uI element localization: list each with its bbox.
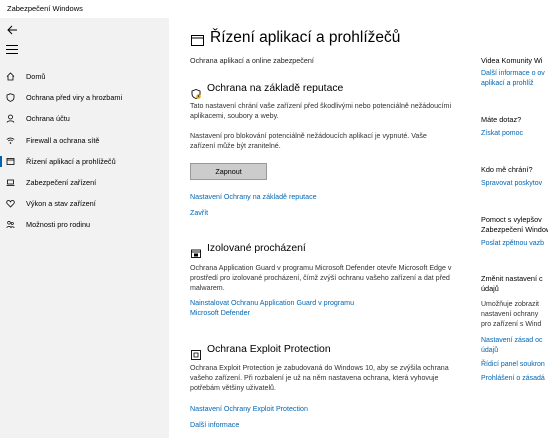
home-icon: [6, 72, 15, 81]
privacy-text-line2: nastavení ochrany: [481, 311, 539, 318]
sidebar-item-label: Zabezpečení zařízení: [26, 177, 97, 187]
reputation-section-title: Ochrana na základě reputace: [207, 83, 344, 94]
turn-on-button[interactable]: Zapnout: [190, 163, 267, 180]
wifi-icon: [6, 136, 15, 145]
page-subtitle: Ochrana aplikací a online zabezpečení: [190, 56, 314, 65]
laptop-icon: [6, 178, 15, 187]
window-titlebar: Zabezpečení Windows: [0, 0, 548, 18]
exploit-protection-description: Ochrana Exploit Protection je zabudovaná…: [190, 364, 449, 393]
privacy-text-line1: Umožňuje zobrazit: [481, 301, 539, 308]
isolated-browsing-icon: [191, 246, 201, 258]
privacy-title-line2: údajů: [481, 284, 499, 293]
sidebar-nav: Domů Ochrana před viry a hrozbami Ochran…: [0, 66, 169, 236]
privacy-text-line3: pro zařízení s Wind: [481, 321, 542, 328]
privacy-title: Změnit nastavení c: [481, 274, 543, 283]
back-arrow-icon[interactable]: [6, 24, 18, 36]
hamburger-menu-icon[interactable]: [6, 45, 18, 55]
install-app-guard-link-line2[interactable]: Microsoft Defender: [190, 308, 250, 318]
sidebar-item-family-options[interactable]: Možnosti pro rodinu: [0, 214, 169, 235]
sidebar-item-label: Výkon a stav zařízení: [26, 199, 96, 209]
app-browser-icon: [191, 34, 204, 47]
privacy-settings-link-line2[interactable]: údajů: [481, 346, 498, 356]
improve-title-line2: Zabezpečení Window: [481, 225, 548, 234]
sidebar: Domů Ochrana před viry a hrozbami Ochran…: [0, 18, 169, 438]
get-help-link[interactable]: Získat pomoc: [481, 129, 523, 139]
community-videos-link-line2[interactable]: aplikací a prohlíž: [481, 79, 534, 89]
sidebar-item-label: Ochrana před viry a hrozbami: [26, 93, 123, 103]
sidebar-item-virus-protection[interactable]: Ochrana před viry a hrozbami: [0, 87, 169, 108]
heart-icon: [6, 199, 15, 208]
reputation-settings-link[interactable]: Nastavení Ochrany na základě reputace: [190, 192, 317, 202]
sidebar-item-label: Domů: [26, 72, 46, 81]
sidebar-item-home[interactable]: Domů: [0, 66, 169, 87]
community-videos-title: Videa Komunity Wi: [481, 56, 543, 65]
right-panel: Videa Komunity Wi Další informace o ov a…: [481, 18, 548, 438]
sidebar-item-device-performance[interactable]: Výkon a stav zařízení: [0, 193, 169, 214]
dismiss-link[interactable]: Zavřít: [190, 208, 208, 218]
improve-title: Pomoct s vylepšov: [481, 215, 542, 224]
privacy-dashboard-link[interactable]: Řídicí panel soukron: [481, 360, 545, 370]
manage-providers-link[interactable]: Spravovat poskytov: [481, 179, 542, 189]
main-content: Řízení aplikací a prohlížečů Ochrana apl…: [169, 18, 548, 438]
exploit-protection-settings-link[interactable]: Nastavení Ochrany Exploit Protection: [190, 404, 308, 414]
sidebar-item-label: Možnosti pro rodinu: [26, 220, 91, 230]
privacy-statement-link[interactable]: Prohlášení o zásadá: [481, 374, 545, 384]
sidebar-item-label: Ochrana účtu: [26, 114, 70, 124]
sidebar-item-firewall[interactable]: Firewall a ochrana sítě: [0, 130, 169, 151]
isolated-browsing-description: Ochrana Application Guard v programu Mic…: [190, 264, 452, 293]
send-feedback-link[interactable]: Poslat zpětnou vazb: [481, 239, 544, 249]
reputation-description: Tato nastavení chrání vaše zařízení před…: [190, 102, 452, 121]
window-title: Zabezpečení Windows: [7, 4, 83, 13]
install-app-guard-link[interactable]: Nainstalovat Ochranu Application Guard v…: [190, 298, 354, 308]
sidebar-item-label: Řízení aplikací a prohlížečů: [26, 156, 116, 166]
page-title: Řízení aplikací a prohlížečů: [210, 29, 401, 46]
sidebar-item-label: Firewall a ochrana sítě: [26, 135, 100, 145]
person-icon: [6, 114, 15, 124]
shield-icon: [6, 93, 15, 103]
sidebar-item-app-browser-control[interactable]: Řízení aplikací a prohlížečů: [0, 151, 169, 172]
exploit-protection-title: Ochrana Exploit Protection: [207, 344, 331, 355]
question-title: Máte dotaz?: [481, 115, 522, 124]
warning-shield-icon: [191, 86, 201, 99]
community-videos-link[interactable]: Další informace o ov: [481, 69, 545, 79]
privacy-settings-link[interactable]: Nastavení zásad oc: [481, 336, 542, 346]
exploit-protection-icon: [191, 347, 201, 360]
reputation-warning-text: Nastavení pro blokování potenciálně nežá…: [190, 132, 427, 151]
sidebar-item-account-protection[interactable]: Ochrana účtu: [0, 108, 169, 129]
who-protects-title: Kdo mě chrání?: [481, 165, 533, 174]
app-browser-icon: [6, 157, 15, 166]
sidebar-item-device-security[interactable]: Zabezpečení zařízení: [0, 172, 169, 193]
learn-more-link[interactable]: Další informace: [190, 420, 239, 430]
isolated-browsing-title: Izolované procházení: [207, 243, 306, 254]
family-icon: [6, 220, 15, 229]
